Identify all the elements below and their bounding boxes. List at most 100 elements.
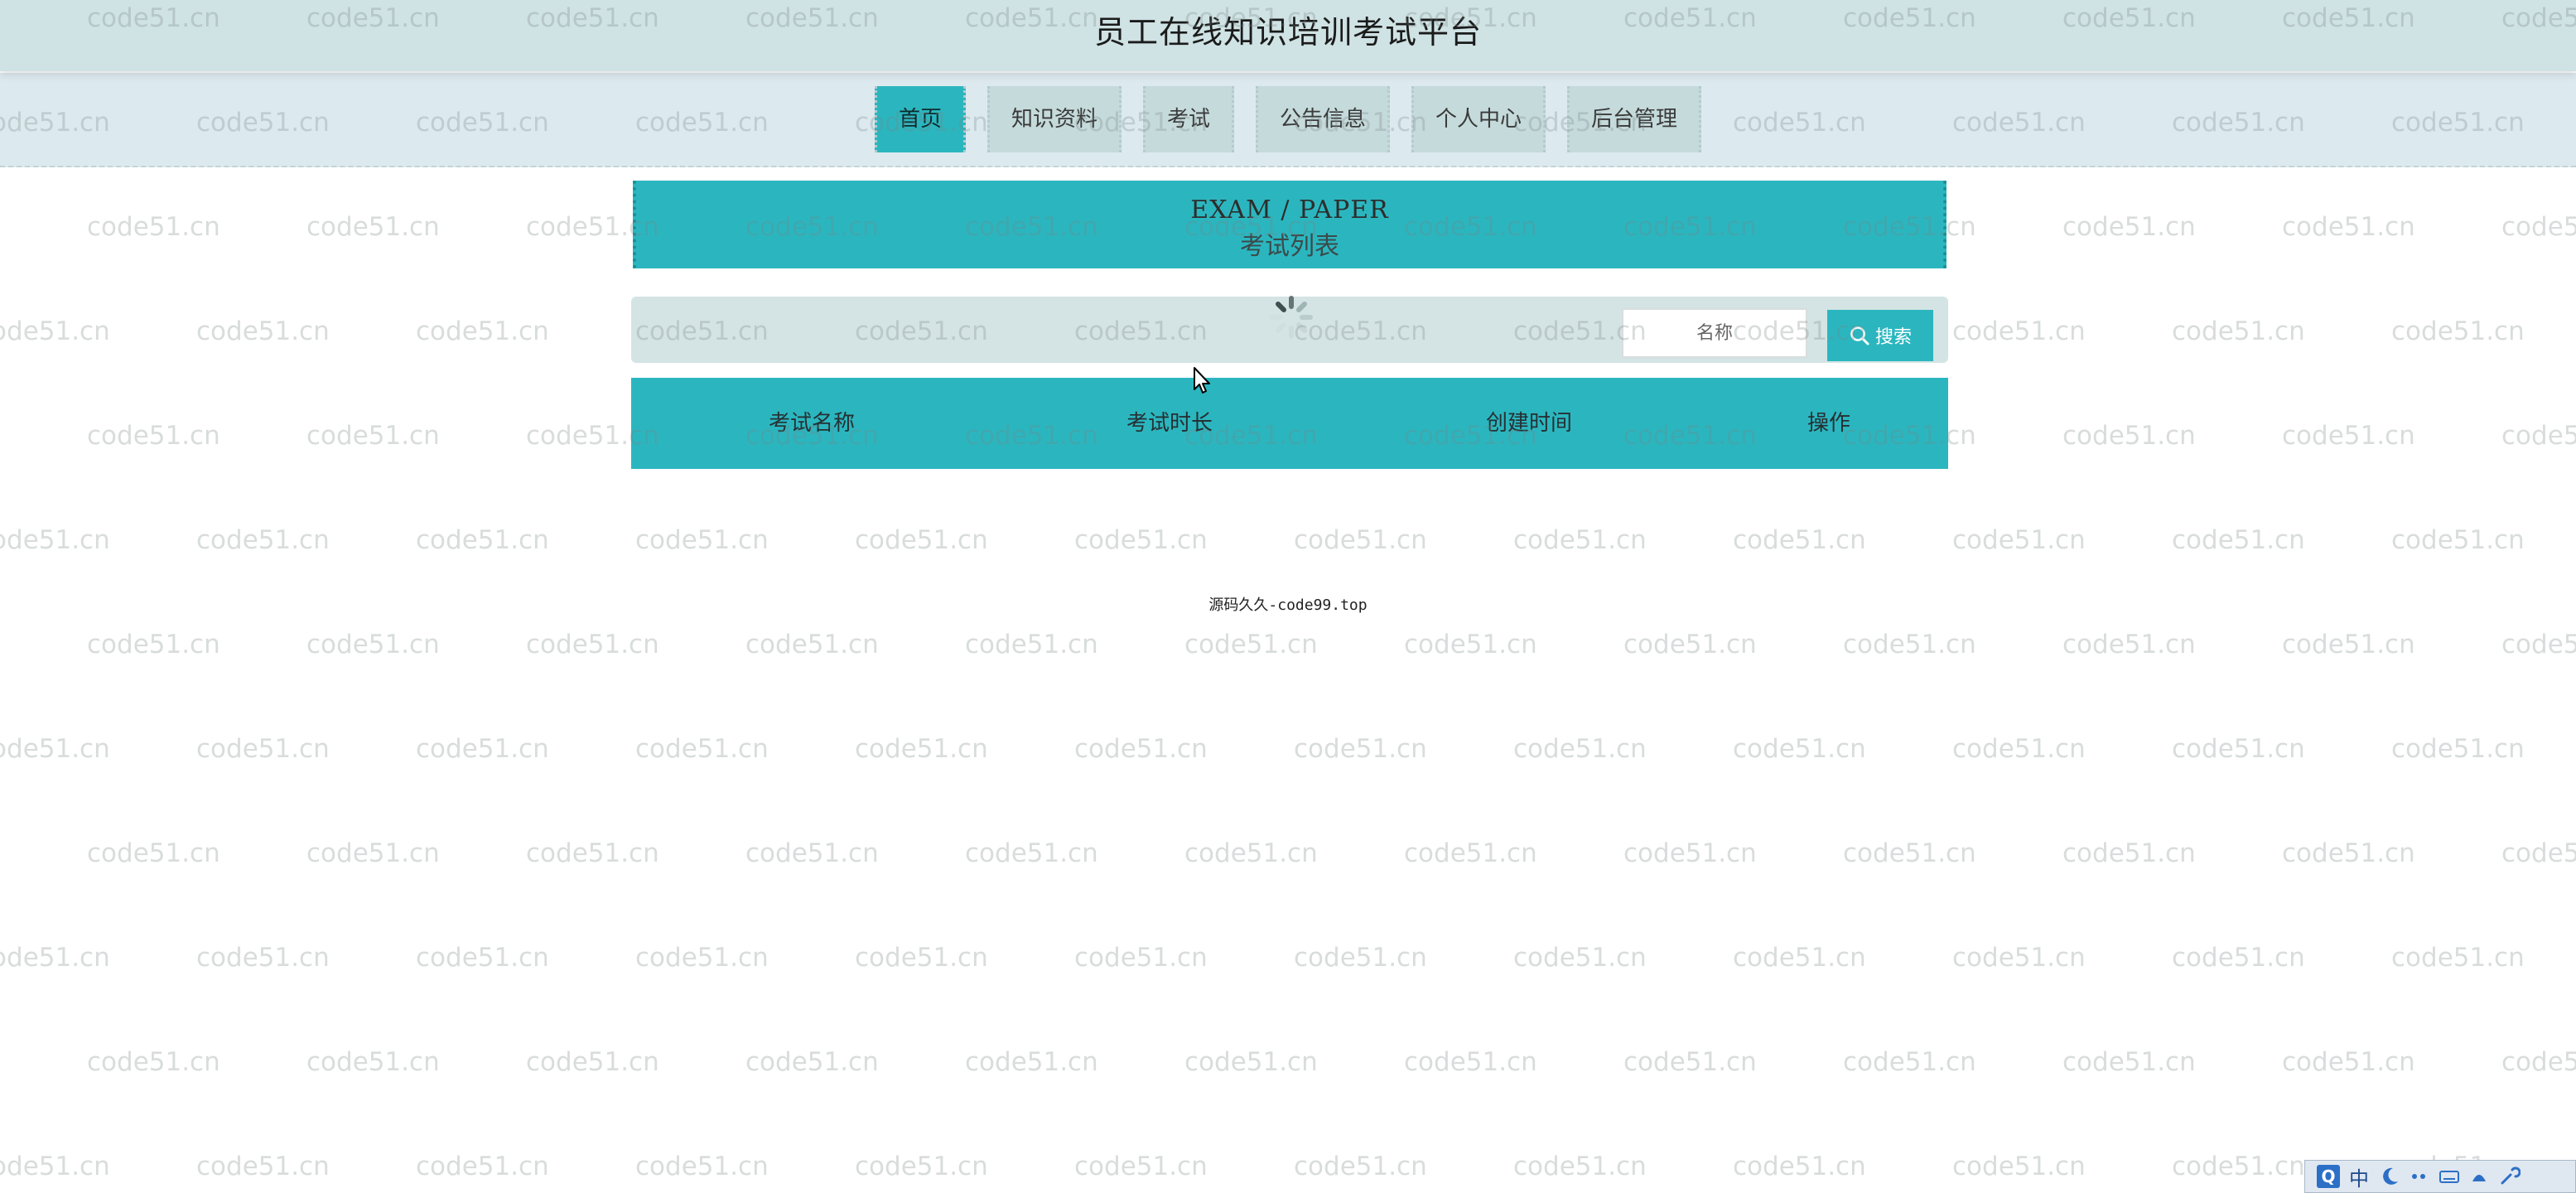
watermark-text: code51.cn <box>2391 525 2525 555</box>
watermark-text: code51.cn <box>1404 1047 1537 1077</box>
watermark-text: code51.cn <box>2282 421 2415 451</box>
search-button[interactable]: 搜索 <box>1827 310 1933 361</box>
watermark-text: code51.cn <box>0 525 110 555</box>
watermark-text: code51.cn <box>635 1152 769 1181</box>
watermark-text: code51.cn <box>2391 316 2525 346</box>
watermark-text: code51.cn <box>196 943 330 973</box>
mouse-cursor-icon <box>1194 367 1210 394</box>
watermark-text: code51.cn <box>745 838 879 868</box>
watermark-text: code51.cn <box>2172 525 2305 555</box>
keyboard-icon[interactable] <box>2438 1165 2461 1188</box>
watermark-text: code51.cn <box>416 316 549 346</box>
watermark-text: code51.cn <box>196 525 330 555</box>
watermark-text: code51.cn <box>2172 316 2305 346</box>
watermark-text: code51.cn <box>1184 838 1318 868</box>
watermark-text: code51.cn <box>1952 943 2086 973</box>
nav-item-exam[interactable]: 考试 <box>1142 86 1234 152</box>
watermark-text: code51.cn <box>2282 1047 2415 1077</box>
watermark-text: code51.cn <box>87 838 220 868</box>
watermark-text: code51.cn <box>635 943 769 973</box>
watermark-text: code51.cn <box>1404 630 1537 659</box>
watermark-text: code51.cn <box>87 630 220 659</box>
site-title: 员工在线知识培训考试平台 <box>1093 14 1482 51</box>
watermark-text: code51.cn <box>635 734 769 764</box>
skin-icon[interactable] <box>2467 1165 2491 1188</box>
watermark-text: code51.cn <box>2501 1047 2576 1077</box>
watermark-text: code51.cn <box>2501 838 2576 868</box>
ime-logo-icon[interactable]: Q <box>2317 1165 2340 1188</box>
watermark-text: code51.cn <box>416 943 549 973</box>
search-input[interactable] <box>1622 308 1807 358</box>
section-banner: EXAM / PAPER 考试列表 <box>633 181 1946 268</box>
watermark-text: code51.cn <box>2062 421 2196 451</box>
watermark-text: code51.cn <box>2062 212 2196 242</box>
watermark-text: code51.cn <box>196 316 330 346</box>
watermark-text: code51.cn <box>196 734 330 764</box>
watermark-text: code51.cn <box>1952 525 2086 555</box>
nav-list: 首页 知识资料 考试 公告信息 个人中心 后台管理 <box>0 86 2576 152</box>
settings-wrench-icon[interactable] <box>2497 1165 2521 1188</box>
watermark-text: code51.cn <box>2282 838 2415 868</box>
watermark-text: code51.cn <box>1843 838 1976 868</box>
watermark-text: code51.cn <box>855 734 988 764</box>
watermark-text: code51.cn <box>1184 630 1318 659</box>
watermark-text: code51.cn <box>1074 1152 1208 1181</box>
watermark-text: code51.cn <box>1294 943 1427 973</box>
watermark-text: code51.cn <box>87 1047 220 1077</box>
watermark-text: code51.cn <box>1513 943 1647 973</box>
nav-item-home[interactable]: 首页 <box>874 86 966 152</box>
watermark-text: code51.cn <box>526 838 659 868</box>
nav-item-admin[interactable]: 后台管理 <box>1567 86 1702 152</box>
ime-language-toggle[interactable]: 中 <box>2347 1162 2371 1191</box>
footer-text: 源码久久-code99.top <box>1208 596 1368 614</box>
watermark-text: code51.cn <box>1952 316 2086 346</box>
watermark-text: code51.cn <box>0 734 110 764</box>
watermark-text: code51.cn <box>1952 734 2086 764</box>
watermark-text: code51.cn <box>2282 212 2415 242</box>
watermark-text: code51.cn <box>635 525 769 555</box>
loading-spinner-icon <box>1270 296 1313 339</box>
watermark-text: code51.cn <box>306 1047 440 1077</box>
watermark-text: code51.cn <box>1513 1152 1647 1181</box>
watermark-text: code51.cn <box>1623 838 1757 868</box>
nav-item-notice[interactable]: 公告信息 <box>1256 86 1391 152</box>
watermark-text: code51.cn <box>2282 630 2415 659</box>
watermark-text: code51.cn <box>855 525 988 555</box>
watermark-text: code51.cn <box>1294 525 1427 555</box>
watermark-text: code51.cn <box>1843 1047 1976 1077</box>
watermark-text: code51.cn <box>855 943 988 973</box>
watermark-text: code51.cn <box>745 1047 879 1077</box>
watermark-text: code51.cn <box>2062 838 2196 868</box>
watermark-text: code51.cn <box>306 212 440 242</box>
watermark-text: code51.cn <box>1074 943 1208 973</box>
watermark-text: code51.cn <box>965 1047 1098 1077</box>
watermark-text: code51.cn <box>855 1152 988 1181</box>
nav-bar: 首页 知识资料 考试 公告信息 个人中心 后台管理 <box>0 73 2576 167</box>
watermark-text: code51.cn <box>526 630 659 659</box>
watermark-text: code51.cn <box>1733 943 1866 973</box>
moon-icon[interactable] <box>2378 1165 2401 1188</box>
watermark-text: code51.cn <box>1733 734 1866 764</box>
watermark-text: code51.cn <box>2391 734 2525 764</box>
watermark-text: code51.cn <box>416 1152 549 1181</box>
nav-item-profile[interactable]: 个人中心 <box>1411 86 1546 152</box>
watermark-text: code51.cn <box>1404 838 1537 868</box>
watermark-text: code51.cn <box>416 734 549 764</box>
punctuation-icon[interactable] <box>2408 1165 2431 1188</box>
watermark-text: code51.cn <box>1513 734 1647 764</box>
nav-item-knowledge[interactable]: 知识资料 <box>987 86 1122 152</box>
watermark-text: code51.cn <box>526 1047 659 1077</box>
watermark-text: code51.cn <box>745 630 879 659</box>
watermark-text: code51.cn <box>87 212 220 242</box>
column-header-exam-name: 考试名称 <box>769 411 856 436</box>
watermark-text: code51.cn <box>416 525 549 555</box>
watermark-text: code51.cn <box>2501 212 2576 242</box>
top-bar: 员工在线知识培训考试平台 <box>0 0 2576 71</box>
watermark-text: code51.cn <box>1184 1047 1318 1077</box>
watermark-text: code51.cn <box>306 838 440 868</box>
watermark-text: code51.cn <box>1294 1152 1427 1181</box>
watermark-text: code51.cn <box>87 421 220 451</box>
watermark-text: code51.cn <box>1733 525 1866 555</box>
exam-table-header: 考试名称 考试时长 创建时间 操作 <box>631 378 1948 469</box>
watermark-text: code51.cn <box>1294 734 1427 764</box>
